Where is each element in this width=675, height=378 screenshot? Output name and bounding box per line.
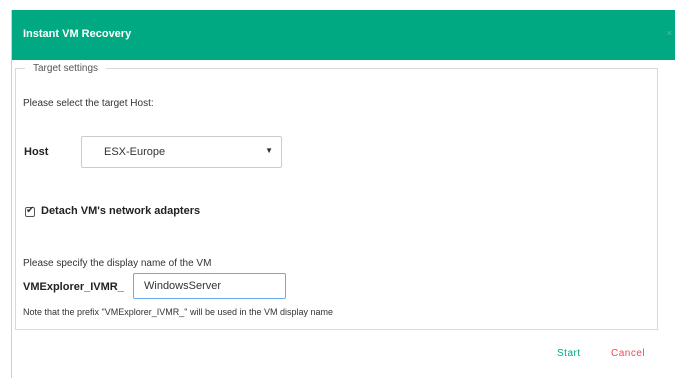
host-prompt: Please select the target Host: [23,98,154,109]
display-name-prompt: Please specify the display name of the V… [23,258,212,269]
cancel-button[interactable]: Cancel [611,348,645,359]
detach-network-label[interactable]: Detach VM's network adapters [41,205,200,217]
close-icon[interactable]: × [667,28,672,38]
checkmark-icon: ✔ [26,205,35,216]
target-settings-legend: Target settings [33,63,99,74]
dialog-titlebar: Instant VM Recovery × [12,10,675,60]
start-button[interactable]: Start [557,348,581,359]
chevron-down-icon: ▼ [265,146,273,155]
display-name-prefix: VMExplorer_IVMR_ [23,281,124,293]
prefix-note: Note that the prefix "VMExplorer_IVMR_" … [23,307,334,317]
detach-network-checkbox[interactable]: ✔ [25,205,35,217]
dialog-title: Instant VM Recovery [23,28,132,40]
display-name-input[interactable] [133,273,286,299]
host-select[interactable]: ESX-Europe ▼ [81,136,282,168]
host-label: Host [24,146,49,158]
host-selected-value: ESX-Europe [104,146,166,158]
